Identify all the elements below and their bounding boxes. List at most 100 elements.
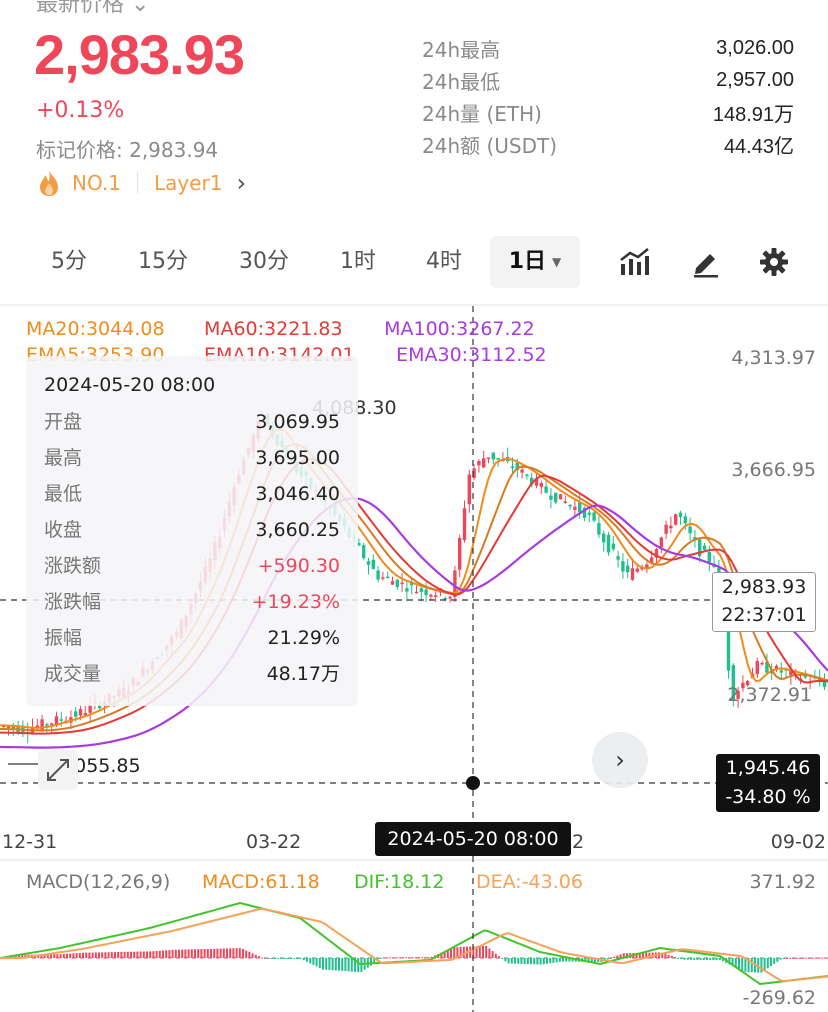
candle-body [563,501,567,504]
stat-value: 44.43亿 [723,135,794,158]
macd-histogram-bar [274,958,276,959]
sector-tag[interactable]: Layer1 [154,171,223,195]
last-price: 2,983.93 [34,23,245,86]
candle-body [371,559,375,569]
tab-1h[interactable]: 1时 [326,236,390,288]
candle-body [78,709,83,716]
macd-histogram-bar [555,958,558,963]
macd-histogram-bar [408,957,411,959]
expand-arrows-icon [47,759,69,781]
macd-histogram-bar [206,948,209,958]
tab-5m[interactable]: 5分 [36,236,102,288]
latest-price-label[interactable]: 最新价格 ⌄ [36,0,149,18]
macd-histogram-bar [350,958,353,972]
macd-histogram-bar [392,957,395,959]
macd-histogram-bar [123,951,126,958]
macd-histogram-bar [750,958,753,973]
macd-histogram-bar [165,950,168,958]
macd-histogram-bar [187,949,190,958]
candle-body [669,525,673,529]
gear-icon[interactable] [758,246,790,278]
macd-histogram-bar [133,951,136,958]
macd-histogram-bar [766,958,769,969]
candle-body [414,591,419,594]
rank-tag[interactable]: NO.1 [72,171,121,195]
macd-histogram-bar [232,948,235,958]
dea-line [0,908,828,983]
macd-histogram-bar [542,958,545,965]
tag-row[interactable]: NO.1 Layer1 › [36,168,246,198]
candle-body [496,457,500,460]
macd-histogram-bar [162,950,164,958]
macd-histogram-bar [280,958,283,959]
macd-histogram-bar [139,951,142,958]
tooltip-label: 振幅 [44,627,83,649]
stat-value: 148.91万 [712,103,794,126]
candle-body [477,461,481,466]
candle-body [626,565,630,573]
macd-histogram-bar [325,958,328,970]
expand-icon[interactable] [38,750,78,790]
macd-histogram-bar [526,958,529,965]
macd-histogram-bar [146,951,148,958]
macd-histogram-bar [315,958,318,967]
candle-body [486,457,491,459]
macd-histogram-bar [114,952,116,958]
tooltip-label: 涨跌额 [44,555,102,577]
macd-histogram-bar [155,950,158,958]
indicator-icon[interactable] [618,246,650,278]
macd-histogram-bar [318,958,321,969]
candle-body [491,452,495,460]
macd-histogram-bar [98,952,100,958]
macd-legend-label: DIF:18.12 [354,871,444,893]
macd-histogram-bar [485,945,488,958]
macd-histogram-bar [462,946,465,958]
chevron-right-icon[interactable]: › [236,169,246,197]
tab-4h[interactable]: 4时 [410,236,478,288]
candle-body [45,724,49,726]
tooltip-row-amplitude: 振幅 21.29% [44,620,340,656]
tab-1d[interactable]: 1日 ▼ [490,236,580,288]
macd-panel [0,901,828,986]
macd-histogram-bar [152,951,155,958]
tab-15m[interactable]: 15分 [126,236,200,288]
macd-histogram-bar [174,949,177,958]
macd-histogram-bar [117,951,120,958]
candle-body [597,523,601,535]
macd-histogram-bar [229,948,232,958]
macd-histogram-bar [770,958,772,967]
candle-body [510,466,515,468]
macd-histogram-bar [744,958,747,972]
chevron-right-icon[interactable]: › [592,732,648,788]
draw-pencil-icon[interactable] [690,246,722,278]
crosshair-date-tag: 2024-05-20 08:00 [375,822,571,856]
macd-histogram-bar [514,958,516,964]
macd-histogram-bar [424,957,427,959]
ma-legend-row-1: MA20:3044.08 MA60:3221.83 MA100:3267.22 [26,318,535,340]
macd-histogram-bar [306,958,308,962]
macd-histogram-bar [389,957,392,959]
macd-histogram-bar [110,952,113,958]
macd-histogram-bar [296,958,299,959]
macd-histogram-bar [523,958,526,964]
macd-histogram-bar [418,957,420,959]
macd-histogram-bar [56,954,59,958]
macd-histogram-bar [242,949,244,958]
tooltip-value: 48.17万 [266,663,340,685]
tooltip-value: 3,695.00 [255,447,340,469]
candle-body [539,482,543,487]
y-axis-label: 3,666.95 [731,459,816,481]
candle-body [419,588,423,592]
macd-histogram-bar [405,957,408,959]
macd-histogram-bar [386,957,388,959]
macd-histogram-bar [222,948,225,958]
candle-tooltip: 2024-05-20 08:00 开盘 3,069.95 最高 3,695.00 最… [26,356,358,706]
ema30-label: EMA30:3112.52 [396,344,547,366]
tab-30m[interactable]: 30分 [226,236,302,288]
macd-histogram-bar [504,958,507,962]
macd-histogram-bar [811,957,814,959]
macd-histogram-bar [357,958,360,973]
macd-histogram-bar [322,958,324,970]
macd-histogram-bar [789,957,792,959]
tooltip-value: 21.29% [267,627,340,649]
